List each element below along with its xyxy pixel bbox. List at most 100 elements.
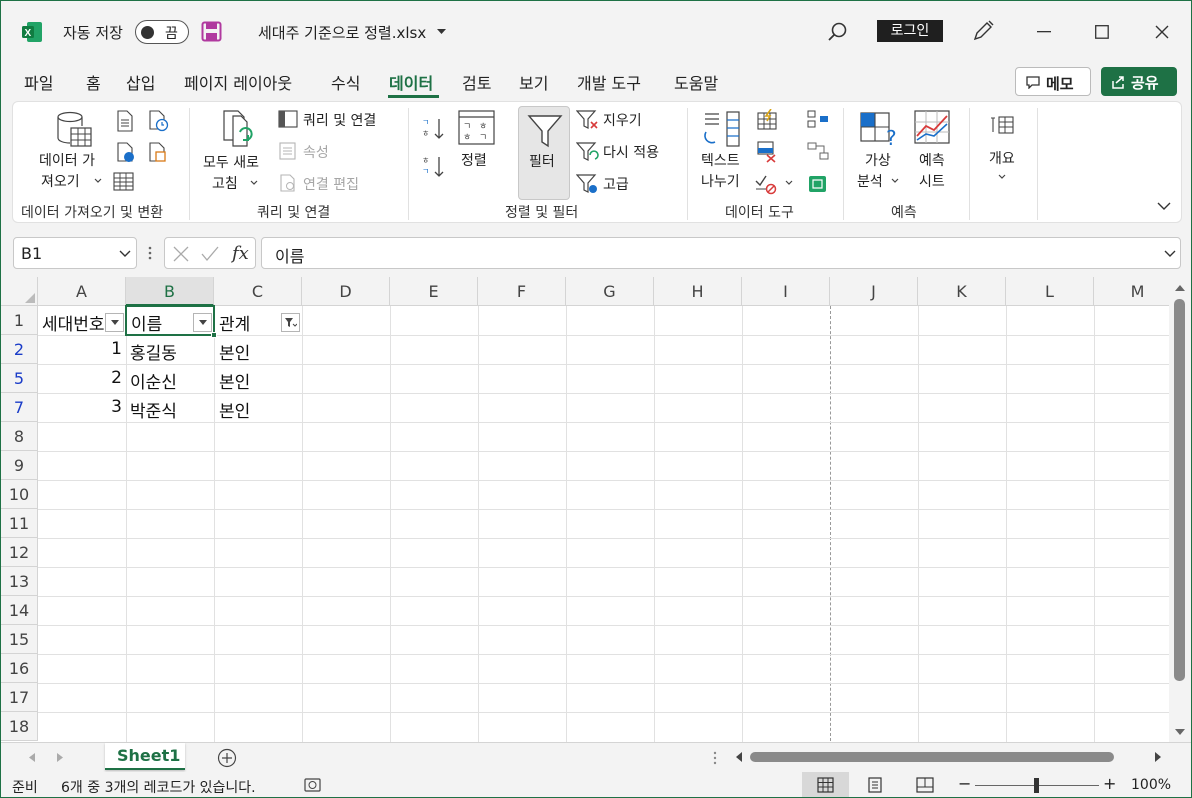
column-header-e[interactable]: E (390, 277, 478, 306)
horizontal-scroll-thumb[interactable] (750, 752, 1114, 762)
cell-b7[interactable]: 박준식 (130, 397, 177, 422)
zoom-in-button[interactable]: + (1103, 774, 1116, 793)
clear-button[interactable]: 지우기 (603, 110, 642, 130)
cell-b1[interactable]: 이름 (131, 310, 162, 335)
login-button[interactable]: 로그인 (877, 20, 943, 42)
advanced-filter-icon[interactable] (576, 173, 600, 195)
search-icon[interactable] (827, 21, 849, 43)
from-table-icon[interactable] (113, 172, 135, 192)
pen-icon[interactable] (971, 19, 995, 43)
row-header[interactable]: 13 (1, 567, 38, 596)
chevron-down-icon[interactable] (785, 180, 793, 186)
chevron-down-icon[interactable] (998, 174, 1006, 180)
refresh-all-label-1[interactable]: 모두 새로 (203, 152, 259, 172)
column-header-h[interactable]: H (654, 277, 742, 306)
vertical-scroll-thumb[interactable] (1174, 299, 1185, 681)
row-header[interactable]: 10 (1, 480, 38, 509)
recent-sources-icon[interactable] (147, 110, 169, 132)
row-header[interactable]: 15 (1, 625, 38, 654)
close-icon[interactable] (1155, 25, 1169, 39)
scroll-down-icon[interactable] (1175, 729, 1185, 736)
tab-formulas[interactable]: 수식 (331, 70, 360, 94)
chevron-down-icon[interactable] (891, 178, 899, 184)
column-header-m[interactable]: M (1094, 277, 1169, 306)
filter-dropdown-c-active[interactable] (281, 313, 300, 332)
column-header-f[interactable]: F (478, 277, 566, 306)
column-header-g[interactable]: G (566, 277, 654, 306)
queries-connections-button[interactable]: 쿼리 및 연결 (303, 110, 376, 130)
cell-a7[interactable]: 3 (38, 397, 122, 417)
prev-sheet-icon[interactable] (29, 753, 36, 762)
consolidate-icon[interactable] (807, 109, 829, 131)
select-all-corner[interactable] (1, 277, 38, 306)
filter-dropdown-b[interactable] (193, 313, 212, 332)
zoom-level[interactable]: 100% (1131, 777, 1171, 793)
autosave-toggle[interactable]: 끔 (135, 20, 189, 44)
column-header-j[interactable]: J (830, 277, 918, 306)
collapse-ribbon-icon[interactable] (1157, 202, 1171, 211)
tab-page-layout[interactable]: 페이지 레이아웃 (184, 70, 292, 94)
tab-review[interactable]: 검토 (462, 70, 491, 94)
cell-a1[interactable]: 세대번호 (42, 310, 104, 335)
row-header[interactable]: 14 (1, 596, 38, 625)
reapply-button[interactable]: 다시 적용 (603, 142, 659, 162)
column-header-b[interactable]: B (126, 277, 214, 306)
normal-view-button[interactable] (802, 772, 849, 797)
enter-icon[interactable] (201, 246, 219, 262)
tab-insert[interactable]: 삽입 (126, 70, 155, 94)
reapply-icon[interactable] (576, 141, 600, 163)
insert-function-icon[interactable]: fx (231, 242, 253, 264)
row-header[interactable]: 9 (1, 451, 38, 480)
maximize-icon[interactable] (1095, 25, 1109, 39)
row-header[interactable]: 18 (1, 712, 38, 741)
row-header[interactable]: 1 (1, 306, 38, 335)
zoom-slider-thumb[interactable] (1034, 778, 1039, 793)
edit-links-button[interactable]: 연결 편집 (303, 174, 359, 194)
share-button[interactable]: 공유 (1101, 67, 1177, 96)
get-data-label-1[interactable]: 데이터 가 (39, 150, 95, 170)
sort-descending-icon[interactable]: ㅎ ㄱ (421, 154, 445, 180)
row-header[interactable]: 17 (1, 683, 38, 712)
expand-formula-icon[interactable] (1164, 250, 1176, 258)
outline-icon[interactable] (991, 114, 1015, 136)
from-web-icon[interactable] (115, 142, 137, 164)
cancel-icon[interactable] (173, 246, 189, 262)
sort-ascending-icon[interactable]: ㄱ ㅎ (421, 116, 445, 142)
tab-help[interactable]: 도움말 (674, 70, 718, 94)
filter-dropdown-a[interactable] (105, 313, 124, 332)
chevron-down-icon[interactable] (437, 29, 446, 35)
column-header-k[interactable]: K (918, 277, 1006, 306)
filter-button[interactable]: 필터 (518, 106, 570, 200)
page-break-view-icon[interactable] (916, 777, 934, 793)
remove-duplicates-icon[interactable] (757, 141, 779, 163)
queries-connections-icon[interactable] (278, 110, 298, 128)
forecast-sheet-label-1[interactable]: 예측 (919, 150, 945, 170)
cell-b2[interactable]: 홍길동 (130, 339, 177, 364)
column-header-a[interactable]: A (38, 277, 126, 306)
scroll-up-icon[interactable] (1175, 285, 1185, 292)
flash-fill-icon[interactable] (757, 109, 779, 131)
comments-button[interactable]: 메모 (1015, 67, 1091, 96)
sort-icon[interactable]: ㄱ ㅎ ㅎ ㄱ (458, 110, 496, 146)
zoom-out-button[interactable]: − (958, 774, 971, 793)
file-name[interactable]: 세대주 기준으로 정렬.xlsx (258, 22, 426, 43)
get-data-label-2[interactable]: 져오기 (41, 171, 80, 191)
what-if-label-2[interactable]: 분석 (857, 171, 883, 191)
get-data-icon[interactable] (55, 110, 93, 150)
tab-file[interactable]: 파일 (24, 70, 53, 94)
tab-splitter-icon[interactable] (713, 751, 717, 765)
row-header[interactable]: 11 (1, 509, 38, 538)
forecast-sheet-icon[interactable] (914, 110, 954, 146)
chevron-down-icon[interactable] (250, 180, 258, 186)
scroll-right-icon[interactable] (1155, 752, 1162, 762)
chevron-down-icon[interactable] (119, 250, 131, 258)
sort-label[interactable]: 정렬 (461, 150, 487, 170)
tab-developer[interactable]: 개발 도구 (577, 70, 641, 94)
cell-c1[interactable]: 관계 (219, 310, 250, 335)
column-header-c[interactable]: C (214, 277, 302, 306)
row-header[interactable]: 2 (1, 335, 38, 364)
row-header[interactable]: 5 (1, 364, 38, 393)
chevron-down-icon[interactable] (94, 178, 102, 184)
worksheet-grid[interactable]: A B C D E F G H I J K L M 1 2 5 7 8 9 10… (1, 277, 1169, 742)
relationships-icon[interactable] (807, 141, 829, 163)
